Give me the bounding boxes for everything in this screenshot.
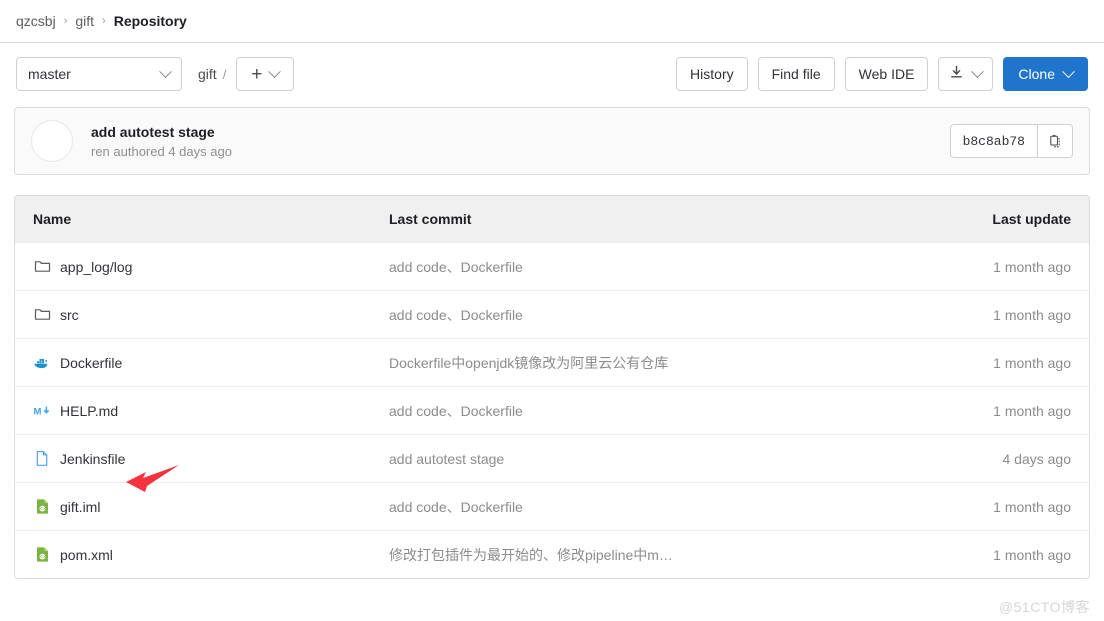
last-commit-cell[interactable]: add code、Dockerfile bbox=[389, 401, 909, 421]
table-row[interactable]: Dockerfile Dockerfile中openjdk镜像改为阿里云公有仓库… bbox=[15, 338, 1089, 386]
last-update-cell: 4 days ago bbox=[1002, 450, 1072, 467]
file-name-link[interactable]: app_log/log bbox=[60, 259, 132, 275]
last-commit-cell[interactable]: Dockerfile中openjdk镜像改为阿里云公有仓库 bbox=[389, 353, 909, 373]
last-update-cell: 1 month ago bbox=[993, 402, 1071, 419]
history-button[interactable]: History bbox=[676, 57, 748, 91]
path-separator: / bbox=[222, 66, 227, 82]
column-header-name: Name bbox=[33, 211, 72, 227]
copy-sha-button[interactable] bbox=[1037, 125, 1072, 157]
column-header-last-commit: Last commit bbox=[389, 211, 472, 227]
commit-author-time: ren authored 4 days ago bbox=[91, 143, 232, 159]
commit-meta: add autotest stage ren authored 4 days a… bbox=[91, 124, 232, 159]
last-update-cell: 1 month ago bbox=[993, 498, 1071, 515]
last-commit-cell[interactable]: add code、Dockerfile bbox=[389, 497, 909, 517]
file-name-cell: Jenkinsfile bbox=[15, 450, 389, 468]
file-name-link[interactable]: Dockerfile bbox=[60, 355, 122, 371]
table-header-row: Name Last commit Last update bbox=[15, 196, 1089, 242]
svg-text:<>: <> bbox=[39, 554, 45, 559]
table-row[interactable]: M HELP.md add code、Dockerfile 1 month ag… bbox=[15, 386, 1089, 434]
file-name-cell: <> gift.iml bbox=[15, 498, 389, 516]
avatar bbox=[31, 120, 73, 162]
file-name-link[interactable]: src bbox=[60, 307, 79, 323]
last-update-cell: 1 month ago bbox=[993, 258, 1071, 275]
breadcrumb-item-project[interactable]: gift bbox=[75, 13, 94, 29]
svg-text:<>: <> bbox=[39, 506, 45, 511]
breadcrumb-separator-icon: › bbox=[63, 15, 68, 27]
table-row[interactable]: src add code、Dockerfile 1 month ago bbox=[15, 290, 1089, 338]
document-icon bbox=[33, 450, 51, 468]
path-segment-root[interactable]: gift bbox=[198, 66, 217, 82]
last-commit-cell[interactable]: add code、Dockerfile bbox=[389, 257, 909, 277]
watermark: @51CTO博客 bbox=[998, 599, 1090, 615]
file-name-cell: src bbox=[15, 306, 389, 324]
file-name-link[interactable]: HELP.md bbox=[60, 403, 118, 419]
commit-message[interactable]: add autotest stage bbox=[91, 124, 232, 140]
branch-selector-label: master bbox=[28, 66, 71, 82]
clone-button-label: Clone bbox=[1018, 66, 1055, 82]
toolbar-actions: History Find file Web IDE Clone bbox=[676, 57, 1088, 91]
table-row[interactable]: <> gift.iml add code、Dockerfile 1 month … bbox=[15, 482, 1089, 530]
commit-sha-group: b8c8ab78 bbox=[949, 124, 1073, 158]
svg-text:M: M bbox=[34, 406, 42, 417]
repository-file-table: Name Last commit Last update app_log/log… bbox=[14, 195, 1090, 579]
table-row[interactable]: app_log/log add code、Dockerfile 1 month … bbox=[15, 242, 1089, 290]
xml-file-icon: <> bbox=[33, 498, 51, 516]
find-file-button[interactable]: Find file bbox=[757, 57, 835, 91]
file-name-link[interactable]: pom.xml bbox=[60, 547, 113, 563]
breadcrumb-separator-icon: › bbox=[102, 15, 106, 27]
breadcrumb: qzcsbj › gift › Repository bbox=[0, 0, 1104, 43]
repository-toolbar: master gift / + History Find file Web ID… bbox=[0, 43, 1104, 101]
last-update-cell: 1 month ago bbox=[993, 546, 1071, 563]
clipboard-icon bbox=[1050, 135, 1060, 148]
folder-icon bbox=[33, 258, 51, 276]
xml-file-icon: <> bbox=[33, 546, 51, 564]
table-row[interactable]: <> pom.xml 修改打包插件为最开始的、修改pipeline中m… 1 m… bbox=[15, 530, 1089, 578]
chevron-down-icon bbox=[1062, 64, 1075, 78]
docker-icon bbox=[33, 354, 51, 372]
clone-button[interactable]: Clone bbox=[1003, 57, 1088, 91]
last-commit-cell[interactable]: add code、Dockerfile bbox=[389, 305, 909, 325]
last-commit-cell[interactable]: 修改打包插件为最开始的、修改pipeline中m… bbox=[389, 545, 909, 565]
file-name-link[interactable]: Jenkinsfile bbox=[60, 451, 125, 467]
chevron-down-icon bbox=[971, 64, 985, 78]
folder-icon bbox=[33, 306, 51, 324]
column-header-last-update: Last update bbox=[992, 211, 1071, 227]
add-to-repository-button[interactable]: + bbox=[236, 57, 295, 91]
file-name-cell: M HELP.md bbox=[15, 402, 389, 420]
breadcrumb-item-repository: Repository bbox=[113, 13, 187, 29]
last-update-cell: 1 month ago bbox=[993, 306, 1071, 323]
markdown-icon: M bbox=[33, 402, 51, 420]
chevron-down-icon bbox=[268, 64, 282, 78]
table-row[interactable]: Jenkinsfile add autotest stage 4 days ag… bbox=[15, 434, 1089, 482]
download-source-button[interactable] bbox=[938, 57, 994, 91]
breadcrumb-item-group[interactable]: qzcsbj bbox=[16, 13, 56, 29]
chevron-down-icon bbox=[159, 64, 172, 78]
commit-sha[interactable]: b8c8ab78 bbox=[951, 125, 1037, 157]
file-name-cell: Dockerfile bbox=[15, 354, 389, 372]
last-commit-panel: add autotest stage ren authored 4 days a… bbox=[14, 107, 1090, 175]
file-name-cell: <> pom.xml bbox=[15, 546, 389, 564]
file-name-cell: app_log/log bbox=[15, 258, 389, 276]
plus-icon: + bbox=[251, 63, 263, 85]
file-name-link[interactable]: gift.iml bbox=[60, 499, 100, 515]
web-ide-button[interactable]: Web IDE bbox=[844, 57, 929, 91]
download-icon bbox=[949, 65, 964, 83]
last-commit-cell[interactable]: add autotest stage bbox=[389, 451, 909, 467]
branch-selector[interactable]: master bbox=[16, 57, 182, 91]
last-update-cell: 1 month ago bbox=[993, 354, 1071, 371]
